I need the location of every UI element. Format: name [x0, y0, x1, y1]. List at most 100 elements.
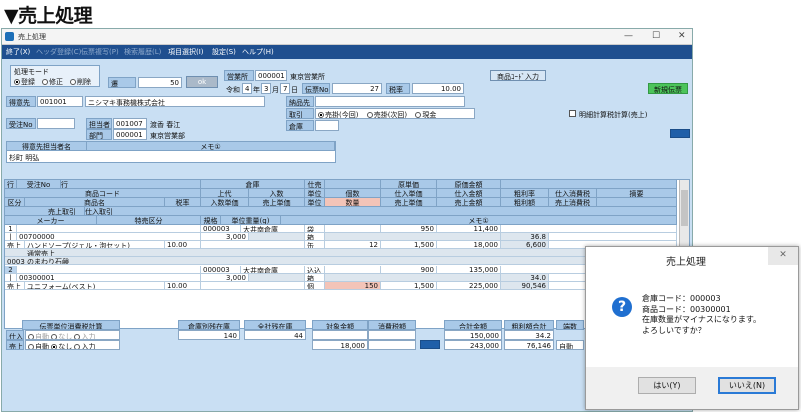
trade-credit-now[interactable]: 売掛(今回) — [318, 111, 358, 118]
stock-wh-label: 倉庫別残在庫 — [178, 320, 240, 330]
menu-exit[interactable]: 終了(X) — [6, 47, 30, 57]
row-order[interactable] — [17, 225, 201, 233]
mode-edit[interactable]: 修正 — [42, 77, 63, 87]
row-margin: 34.0 — [501, 274, 549, 282]
row-unit1[interactable]: 袋 — [305, 225, 325, 233]
office-label: 営業所 — [224, 70, 254, 81]
order-no-field[interactable] — [37, 118, 75, 129]
row-qty[interactable]: 12 — [325, 241, 381, 249]
menu-item-select[interactable]: 項目選択(I) — [168, 47, 204, 57]
in-input[interactable]: 入力 — [74, 333, 95, 339]
warehouse-field[interactable] — [315, 120, 339, 131]
row-cost[interactable]: 900 — [381, 266, 437, 274]
mode-label: 処理モード — [14, 68, 49, 76]
row-unit3[interactable]: 缶 — [305, 241, 325, 249]
row-blank2 — [501, 225, 677, 233]
mode-delete[interactable]: 削除 — [70, 77, 91, 87]
fraction-label: 端数 — [556, 320, 584, 330]
col-special: 特売区分 — [97, 216, 201, 225]
in-none[interactable]: なし — [51, 333, 72, 339]
menu-help[interactable]: ヘルプ(H) — [242, 47, 274, 57]
row-cost[interactable]: 950 — [381, 225, 437, 233]
row-qtyper — [249, 274, 305, 282]
minimize-icon[interactable]: — — [624, 31, 633, 41]
yes-button[interactable]: はい(Y) — [638, 377, 696, 394]
row-unit2[interactable]: 箱 — [305, 274, 325, 282]
row-sell-amt: 225,000 — [437, 282, 501, 290]
menu-header-register[interactable]: ヘッダ登録(C) — [36, 47, 81, 57]
row-wh-code[interactable]: 000003 — [201, 266, 241, 274]
row-rate: 10.00 — [165, 241, 201, 249]
row-kind[interactable]: 売上 — [5, 282, 25, 290]
menu-settings[interactable]: 設定(S) — [212, 47, 236, 57]
calc-button[interactable] — [420, 340, 440, 349]
row-price: 3,000 — [201, 233, 249, 241]
in-auto[interactable]: 自動 — [28, 333, 49, 339]
col-sell-tax: 売上消費税 — [549, 198, 597, 207]
menu-search-history[interactable]: 検索履歴(L) — [124, 47, 161, 57]
col-sell-price: 売上単価 — [381, 198, 437, 207]
menu-slip-copy[interactable]: 伝票複写(P) — [81, 47, 119, 57]
slip-no[interactable]: 27 — [332, 83, 382, 94]
col-tax-rate: 税率 — [165, 198, 201, 207]
window-titlebar: 売上処理 — ☐ ✕ — [2, 29, 692, 45]
fraction-select[interactable]: 自動 — [556, 340, 584, 350]
dept-name: 東京営業部 — [150, 132, 185, 140]
row-kind[interactable]: 売上 — [5, 241, 25, 249]
tax-calc-label: 伝票単位消費税計算 — [22, 320, 120, 330]
expand-button[interactable] — [670, 129, 690, 138]
row-order[interactable] — [17, 266, 201, 274]
row-unit3[interactable]: 個 — [305, 282, 325, 290]
tax-rate[interactable]: 10.00 — [412, 83, 464, 94]
col-empty — [325, 180, 381, 189]
row-unit1[interactable]: 込込 — [305, 266, 325, 274]
target-value: 18,000 — [312, 340, 368, 350]
dialog-close-icon[interactable]: ✕ — [768, 247, 798, 265]
out-input[interactable]: 入力 — [74, 343, 95, 349]
maximize-icon[interactable]: ☐ — [652, 31, 660, 41]
trade-cash[interactable]: 現金 — [415, 111, 436, 118]
nav-value[interactable]: 50 — [138, 77, 182, 88]
row-cost-amt: 135,000 — [437, 266, 501, 274]
row-sell[interactable]: 1,500 — [381, 282, 437, 290]
row-name[interactable]: ユニフォーム(ベスト) — [25, 282, 165, 290]
out-auto[interactable]: 自動 — [28, 343, 49, 349]
no-button[interactable]: いいえ(N) — [718, 377, 776, 394]
dept-code[interactable]: 000001 — [113, 129, 147, 140]
col-unit-price-in: 入数単価 — [201, 198, 249, 207]
row-wh-code[interactable]: 000003 — [201, 225, 241, 233]
new-slip-button[interactable]: 新規伝票 — [648, 83, 688, 94]
date-day[interactable]: 7 — [280, 83, 290, 94]
scroll-thumb[interactable] — [681, 190, 688, 226]
date-month[interactable]: 3 — [261, 83, 271, 94]
row-code[interactable]: 00300001 — [17, 274, 201, 282]
mode-register[interactable]: 登録 — [14, 77, 35, 87]
staff-code[interactable]: 001007 — [113, 118, 147, 129]
row-no: 2 — [5, 266, 17, 274]
col-buy-price: 仕入単価 — [381, 189, 437, 198]
detail-tax-checkbox[interactable] — [569, 110, 576, 117]
row-unit2[interactable]: 箱 — [305, 233, 325, 241]
col-warehouse: 倉庫 — [201, 180, 305, 189]
row-qty[interactable]: 150 — [325, 282, 381, 290]
date-year[interactable]: 4 — [242, 83, 252, 94]
target-blank — [312, 330, 368, 340]
col-line: 行 — [5, 180, 17, 189]
row-code[interactable]: 00700000 — [17, 233, 201, 241]
contact-name[interactable]: 杉町 明弘 — [9, 153, 39, 163]
trade-credit-next[interactable]: 売掛(次回) — [366, 111, 407, 118]
customer-code[interactable]: 001001 — [37, 96, 83, 107]
row-name[interactable]: ハンドソープ(ジェル・泡セット) — [25, 241, 165, 249]
customer-name[interactable]: ニシマキ事務機株式会社 — [85, 96, 265, 107]
product-code-button[interactable]: 商品ｺｰﾄﾞ入力 — [490, 70, 546, 81]
row-wh-name: 大井南倉庫 — [241, 266, 305, 274]
staff-name: 渡香 春江 — [150, 121, 181, 129]
nav-ok-button[interactable]: ok — [186, 76, 218, 88]
row-sell[interactable]: 1,500 — [381, 241, 437, 249]
close-icon[interactable]: ✕ — [678, 31, 686, 41]
delivery-field[interactable] — [315, 96, 465, 107]
office-code[interactable]: 000001 — [255, 70, 287, 81]
out-label: 売上 — [6, 340, 24, 350]
contact-header: 得意先担当者名 — [7, 142, 87, 151]
out-none[interactable]: なし — [51, 343, 72, 349]
